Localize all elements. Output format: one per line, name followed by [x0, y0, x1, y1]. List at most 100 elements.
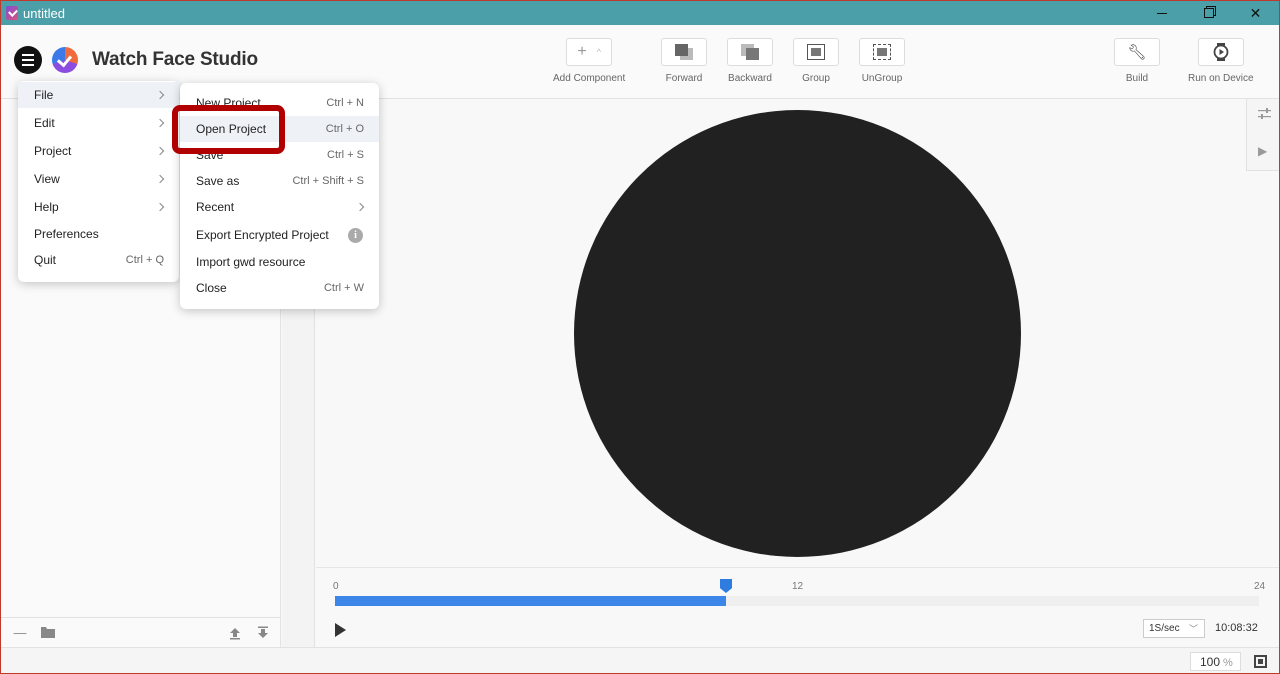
app-window: untitled ✕ Watch Face Studio + ^ Add Com… [0, 0, 1280, 674]
design-canvas[interactable] [316, 99, 1246, 567]
preview-time: 10:08:32 [1215, 622, 1258, 634]
menu-item-label: Quit [34, 253, 57, 267]
zoom-unit: % [1223, 657, 1233, 669]
menu-item-shortcut: Ctrl + W [323, 282, 364, 294]
restore-button[interactable] [1185, 1, 1232, 25]
menu-item-import-gwd-resource[interactable]: Import gwd resource [180, 249, 379, 275]
menu-item-help[interactable]: Help [18, 194, 179, 220]
timeline-scrubber-handle[interactable] [720, 579, 732, 593]
send-backward-icon [740, 43, 760, 61]
group-icon [807, 44, 825, 60]
add-component-button[interactable]: + ^ [566, 38, 613, 66]
playback-speed-select[interactable]: 1S/sec ﹀ [1143, 619, 1205, 638]
menu-item-view[interactable]: View [18, 166, 179, 192]
status-bar: 100% [1, 647, 1279, 673]
wrench-icon: 🔧︎ [1127, 44, 1147, 61]
chevron-right-icon [155, 202, 165, 212]
watch-face-preview[interactable] [574, 110, 1021, 557]
backward-button[interactable] [727, 38, 773, 66]
plus-icon: + [577, 43, 587, 60]
menu-item-quit[interactable]: Quit Ctrl + Q [18, 247, 179, 273]
hamburger-line [22, 59, 34, 61]
menu-item-shortcut: Ctrl + O [325, 123, 364, 135]
group-label: Group [802, 73, 830, 84]
app-name: Watch Face Studio [92, 49, 258, 70]
forward-label: Forward [665, 73, 703, 84]
annotation-highlight-box [172, 105, 285, 154]
menu-item-label: Import gwd resource [196, 255, 306, 269]
add-component-label: Add Component [553, 73, 626, 84]
menu-item-project[interactable]: Project [18, 138, 179, 164]
ungroup-tool[interactable]: UnGroup [859, 38, 905, 84]
remove-layer-icon[interactable]: — [13, 626, 27, 640]
menu-item-shortcut: Ctrl + Q [125, 254, 164, 266]
menu-item-file[interactable]: File [18, 82, 179, 108]
chevron-right-icon [355, 202, 365, 212]
close-window-button[interactable]: ✕ [1232, 1, 1279, 25]
chevron-right-icon [155, 146, 165, 156]
app-icon [6, 6, 18, 20]
right-tool-strip: ▶ [1246, 99, 1279, 171]
build-button[interactable]: 🔧︎ [1114, 38, 1160, 66]
menu-item-label: Edit [34, 116, 55, 130]
hamburger-line [22, 64, 34, 66]
menu-item-label: Help [34, 200, 59, 214]
preview-play-icon[interactable]: ▶ [1258, 144, 1267, 158]
menu-item-recent[interactable]: Recent [180, 194, 379, 220]
move-to-top-icon[interactable] [228, 626, 242, 640]
timeline-progress-fill [335, 596, 726, 606]
menu-item-label: Close [196, 281, 227, 295]
window-title: untitled [23, 5, 65, 21]
timeline-panel: 0 12 24 1S/sec ﹀ 10:08:32 [316, 567, 1279, 647]
timeline-track[interactable] [335, 596, 1259, 606]
playback-speed-value: 1S/sec [1149, 623, 1180, 634]
run-on-device-label: Run on Device [1188, 73, 1254, 84]
watch-play-icon [1213, 43, 1229, 61]
move-to-bottom-icon[interactable] [256, 626, 270, 640]
ungroup-button[interactable] [859, 38, 905, 66]
zoom-value: 100 [1200, 655, 1221, 669]
run-on-device-button[interactable] [1197, 38, 1244, 66]
hamburger-line [22, 54, 34, 56]
group-tool[interactable]: Group [793, 38, 839, 84]
chevron-down-icon: ﹀ [1188, 624, 1198, 634]
adjust-settings-icon[interactable] [1258, 108, 1271, 123]
layer-panel-footer: — [1, 617, 281, 647]
forward-button[interactable] [661, 38, 707, 66]
timeline-tick-end: 24 [1254, 581, 1266, 592]
menu-item-label: Export Encrypted Project [196, 228, 329, 242]
ungroup-label: UnGroup [861, 73, 903, 84]
menu-item-edit[interactable]: Edit [18, 110, 179, 136]
fit-to-screen-icon[interactable] [1254, 655, 1267, 668]
menu-item-shortcut: Ctrl + Shift + S [292, 175, 364, 187]
menu-item-shortcut: Ctrl + N [326, 97, 364, 109]
run-on-device-tool[interactable]: Run on Device [1188, 38, 1254, 84]
chevron-right-icon [155, 90, 165, 100]
menu-item-export-encrypted-project[interactable]: Export Encrypted Project i [180, 222, 379, 248]
main-menu: File Edit Project View Help Preferences … [18, 81, 179, 282]
timeline-tick-mid: 12 [792, 581, 804, 592]
menu-item-preferences[interactable]: Preferences [18, 221, 179, 247]
build-tool[interactable]: 🔧︎ Build [1114, 38, 1160, 84]
backward-label: Backward [728, 73, 772, 84]
ungroup-icon [873, 44, 891, 60]
info-icon[interactable]: i [348, 227, 363, 243]
add-component-tool[interactable]: + ^ Add Component [553, 38, 625, 84]
zoom-input[interactable]: 100% [1190, 652, 1241, 671]
menu-item-save-as[interactable]: Save as Ctrl + Shift + S [180, 168, 379, 194]
menu-item-label: Project [34, 144, 72, 158]
chevron-right-icon [155, 118, 165, 128]
forward-tool[interactable]: Forward [661, 38, 707, 84]
folder-icon[interactable] [41, 626, 55, 640]
minimize-button[interactable] [1138, 1, 1185, 25]
menu-item-shortcut: Ctrl + S [327, 149, 364, 161]
watch-face-studio-logo [52, 47, 78, 73]
group-button[interactable] [793, 38, 839, 66]
chevron-right-icon [155, 174, 165, 184]
timeline-play-button[interactable] [335, 623, 346, 637]
hamburger-menu-button[interactable] [14, 46, 42, 74]
backward-tool[interactable]: Backward [727, 38, 773, 84]
timeline-tick-start: 0 [333, 581, 339, 592]
menu-item-close[interactable]: Close Ctrl + W [180, 275, 379, 301]
title-bar: untitled ✕ [1, 1, 1279, 25]
